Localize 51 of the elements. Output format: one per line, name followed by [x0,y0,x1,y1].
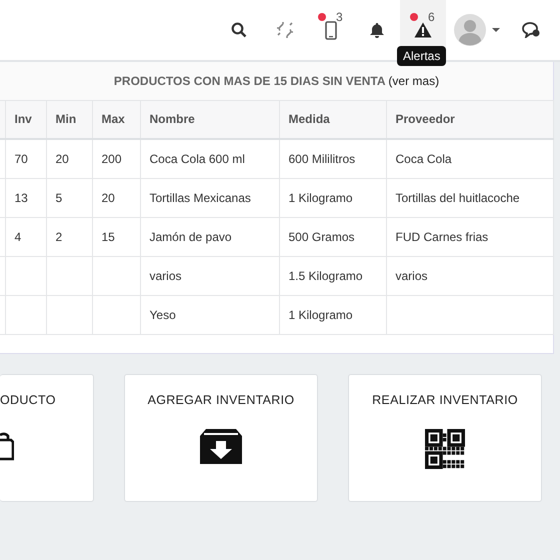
column-header: Min [46,100,92,138]
table-cell: 5 [46,178,92,217]
column-header: Proveedor [386,100,553,138]
card-title: AGREGAR INVENTARIO [148,392,294,406]
column-header: Max [92,100,140,138]
table-cell: 200 [92,138,140,178]
caret-icon [492,28,500,32]
table-cell: 2 [46,217,92,256]
table-cell: 1.5 Kilogramo [279,256,386,295]
table-cell: 600 Mililitros [279,138,386,178]
column-header: Medida [279,100,386,138]
table-cell: Tortillas Mexicanas [140,178,279,217]
card-title: ODUCTO [0,392,56,406]
action-card[interactable]: ODUCTO [0,374,94,502]
table-cell: 1 Kilogramo [279,178,386,217]
see-more-link[interactable]: (ver mas) [388,74,440,88]
chat-icon [522,22,540,38]
archive-download-icon [200,428,242,464]
notification-count: 3 [336,10,343,24]
table-cell: 500 Gramos [279,217,386,256]
search-icon [231,22,247,38]
nav-item[interactable]: 3 [308,0,354,60]
broken-link-icon [276,21,294,39]
table-cell: FUD Carnes frias [386,217,553,256]
table-cell: Jamón de pavo [140,217,279,256]
table-cell: Coca Cola [386,138,553,178]
table-cell: 70 [5,138,46,178]
table-cell: 4 [5,217,46,256]
warning-icon [414,22,432,38]
panel-title: PRODUCTOS CON MAS DE 15 DIAS SIN VENTA (ver mas) [114,74,440,88]
avatar-icon [454,14,486,46]
card-title: REALIZAR INVENTARIO [372,392,518,406]
action-card[interactable]: AGREGAR INVENTARIO [124,374,318,502]
table-cell: 20 [46,138,92,178]
tooltip: Alertas [397,46,446,66]
table-cell: Coca Cola 600 ml [140,138,279,178]
column-header: Inv [5,100,46,138]
column-header: Nombre [140,100,279,138]
table-cell: Tortillas del huitlacoche [386,178,553,217]
table-cell: varios [140,256,279,295]
table-cell: 20 [92,178,140,217]
bell-icon [369,22,385,38]
table-cell: 1 Kilogramo [279,295,386,334]
table-cell: Yeso [140,295,279,334]
qr-code-icon [425,428,465,468]
table-cell: varios [386,256,553,295]
phone-icon [325,20,337,40]
notification-count: 6 [428,10,435,24]
action-card[interactable]: REALIZAR INVENTARIO [348,374,542,502]
table-cell: 15 [92,217,140,256]
table-cell: 13 [5,178,46,217]
